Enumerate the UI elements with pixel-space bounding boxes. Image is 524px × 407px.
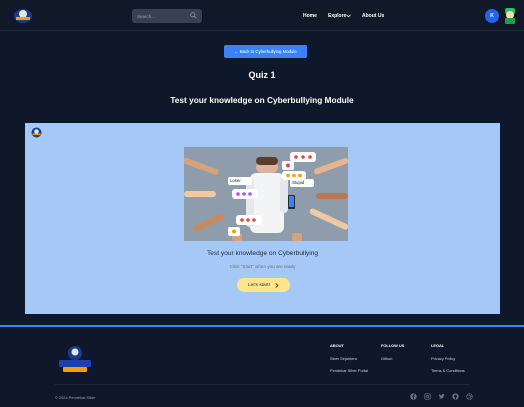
cyberbullying-illustration: Loser Stupid	[184, 147, 348, 241]
pendekar-siber-footer-logo[interactable]	[55, 344, 95, 374]
copyright-text: © 2024 Pendekar Siber	[55, 395, 96, 400]
footer-link-portal[interactable]: Pendekar Siber Portal	[330, 368, 368, 373]
footer-link-privacy[interactable]: Privacy Policy	[431, 356, 455, 361]
bubble-stupid: Stupid	[292, 180, 305, 185]
nav-about-link[interactable]: About Us	[362, 13, 384, 19]
footer-about-title: ABOUT	[330, 343, 344, 348]
start-quiz-button[interactable]: Let's start!	[237, 278, 290, 292]
facebook-icon[interactable]	[410, 393, 417, 400]
quiz-title: Quiz 1	[248, 70, 276, 80]
mascot-icon[interactable]	[502, 6, 518, 25]
chevron-down-icon	[346, 14, 351, 18]
quiz-subtitle: Test your knowledge on Cyberbullying Mod…	[170, 95, 354, 105]
search-input[interactable]: Search...	[132, 9, 202, 23]
chevron-right-icon	[275, 282, 279, 288]
footer-follow-title: FOLLOW US	[381, 343, 405, 348]
footer: ABOUT Siber Sejahtera Pendekar Siber Por…	[0, 327, 524, 407]
pendekar-siber-logo[interactable]	[13, 6, 33, 24]
user-avatar[interactable]: K	[485, 9, 499, 23]
instagram-icon[interactable]	[424, 393, 431, 400]
illustration-graphic	[184, 147, 348, 241]
footer-link-terms[interactable]: Terms & Conditions	[431, 368, 465, 373]
search-icon	[190, 12, 197, 19]
card-hint: Click "Start" when you are ready	[229, 264, 296, 269]
pendekar-siber-logo-small	[31, 127, 42, 138]
search-placeholder: Search...	[137, 13, 156, 19]
start-label: Let's start!	[248, 282, 270, 288]
github-icon[interactable]	[452, 393, 459, 400]
nav-home-link[interactable]: Home	[303, 13, 317, 19]
footer-divider	[55, 384, 469, 385]
footer-link-siber-sejahtera[interactable]: Siber Sejahtera	[330, 356, 357, 361]
footer-link-github[interactable]: Github	[381, 356, 392, 361]
quiz-card: Loser Stupid Test your knowledge on Cybe…	[25, 123, 500, 314]
dribbble-icon[interactable]	[466, 393, 473, 400]
back-to-module-button[interactable]: ← Back to Cyberbullying Module	[224, 45, 307, 58]
twitter-icon[interactable]	[438, 393, 445, 400]
nav-explore-link[interactable]: Explore	[328, 13, 346, 19]
card-heading: Test your knowledge on Cyberbullying	[206, 250, 319, 257]
footer-legal-title: LEGAL	[431, 343, 445, 348]
bubble-loser: Loser	[230, 178, 241, 183]
navbar: Search... Home Explore About Us K	[0, 0, 524, 31]
